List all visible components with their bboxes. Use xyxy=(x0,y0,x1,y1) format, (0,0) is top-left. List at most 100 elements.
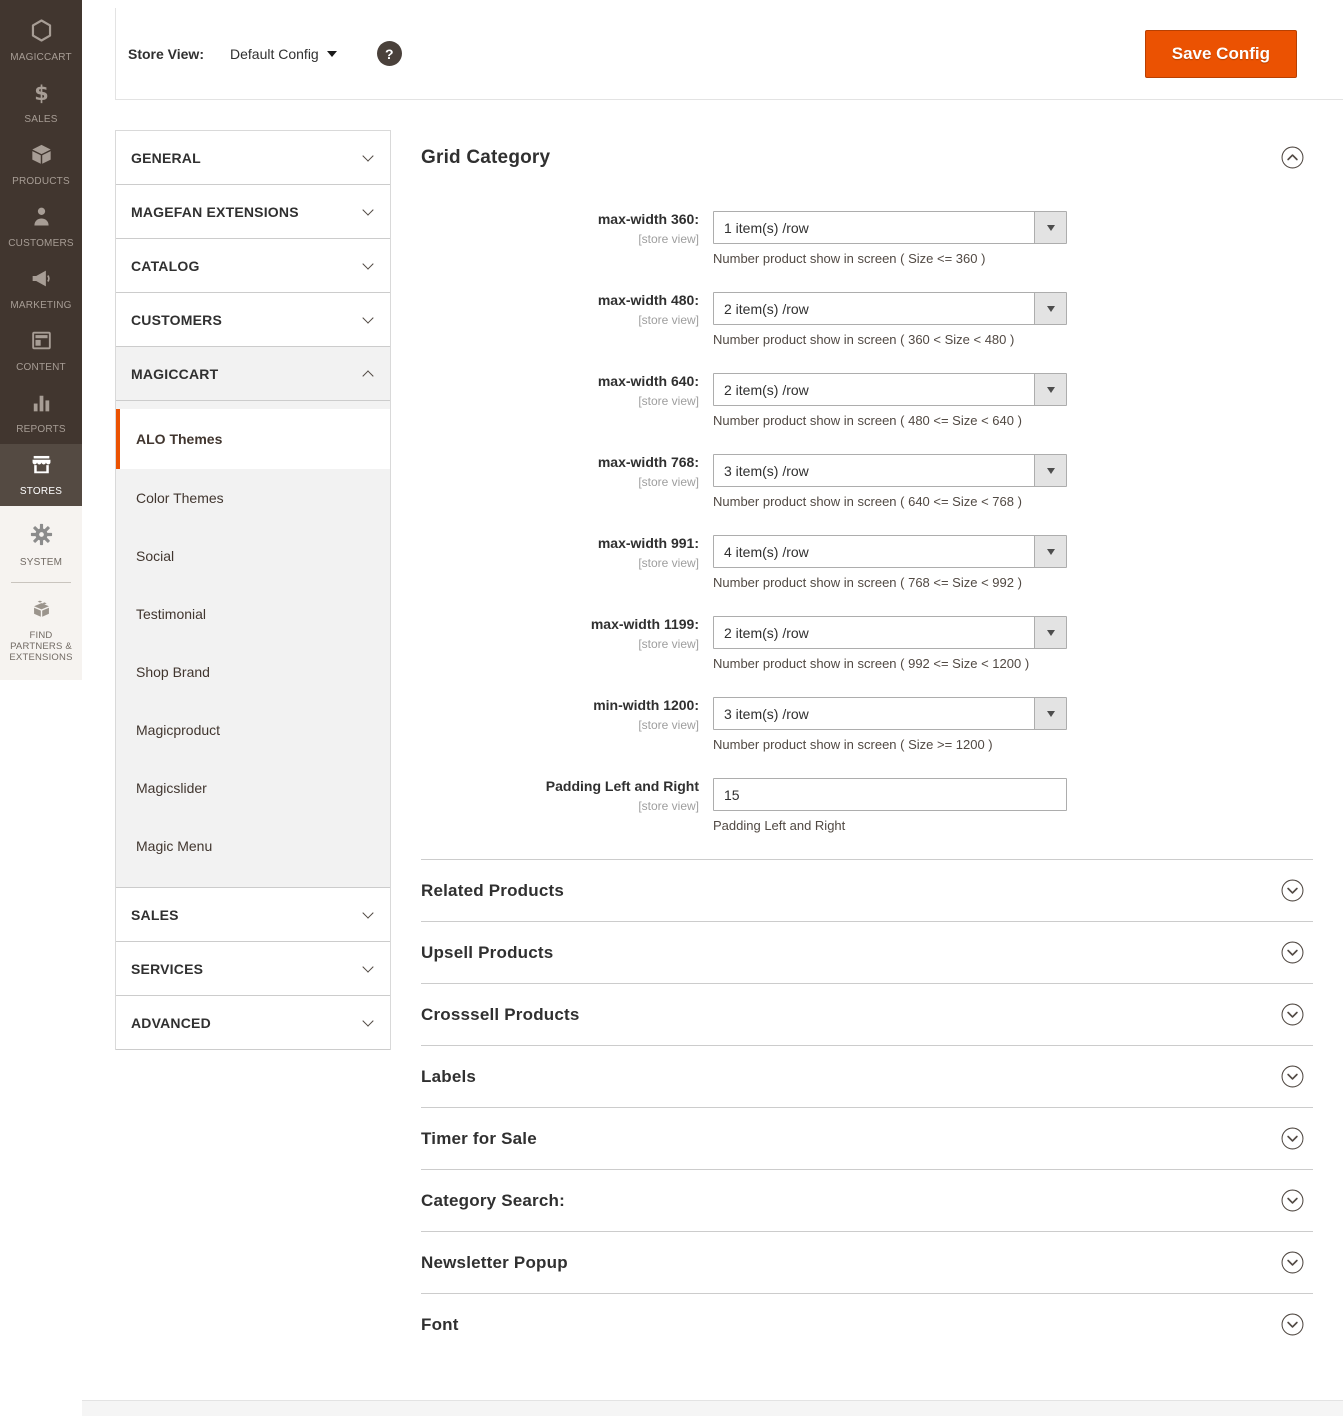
padding-input[interactable] xyxy=(713,778,1067,811)
magiccart-hexagon-icon xyxy=(29,18,54,48)
config-row-max-width-991: max-width 991: [store view] 4 item(s) /r… xyxy=(421,535,1313,590)
select-max-width-1199[interactable]: 2 item(s) /row xyxy=(713,616,1067,649)
sidebar-item-content[interactable]: CONTENT xyxy=(0,320,82,382)
store-view-dropdown[interactable]: Default Config xyxy=(230,46,337,62)
sidebar-item-reports[interactable]: REPORTS xyxy=(0,382,82,444)
select-max-width-640[interactable]: 2 item(s) /row xyxy=(713,373,1067,406)
nav-section-services[interactable]: SERVICES xyxy=(116,942,390,996)
config-nav: GENERAL MAGEFAN EXTENSIONS CATALOG CUSTO… xyxy=(115,130,391,1050)
select-value: 2 item(s) /row xyxy=(724,300,809,317)
field-note: Number product show in screen ( Size >= … xyxy=(713,737,993,752)
select-max-width-360[interactable]: 1 item(s) /row xyxy=(713,211,1067,244)
nav-section-magefan-extensions[interactable]: MAGEFAN EXTENSIONS xyxy=(116,185,390,239)
bar-chart-icon xyxy=(29,390,54,420)
extensions-brick-icon xyxy=(28,595,55,627)
select-max-width-991[interactable]: 4 item(s) /row xyxy=(713,535,1067,568)
admin-sidebar-main: MAGICCART $ SALES PRODUCTS CUSTOMERS MAR… xyxy=(0,0,82,506)
collapse-circle-up-icon xyxy=(1281,146,1304,169)
field-scope: [store view] xyxy=(638,474,699,489)
chevron-down-icon xyxy=(362,149,374,162)
field-scope: [store view] xyxy=(638,636,699,651)
field-scope: [store view] xyxy=(638,798,699,813)
select-value: 2 item(s) /row xyxy=(724,624,809,641)
chevron-up-icon xyxy=(362,369,374,382)
field-note: Number product show in screen ( 768 <= S… xyxy=(713,575,1022,590)
collapse-circle-down-icon xyxy=(1281,1127,1304,1150)
collapse-circle-down-icon xyxy=(1281,1065,1304,1088)
select-arrow-icon xyxy=(1034,698,1066,729)
sidebar-item-label: MARKETING xyxy=(10,300,72,312)
submenu-item-testimonial[interactable]: Testimonial xyxy=(116,585,390,643)
config-toolbar: Store View: Default Config ? Save Config xyxy=(115,8,1343,100)
submenu-item-social[interactable]: Social xyxy=(116,527,390,585)
nav-section-general[interactable]: GENERAL xyxy=(116,131,390,185)
section-timer-for-sale[interactable]: Timer for Sale xyxy=(421,1107,1313,1169)
svg-text:$: $ xyxy=(34,81,49,105)
nav-section-customers[interactable]: CUSTOMERS xyxy=(116,293,390,347)
submenu-item-magic-menu[interactable]: Magic Menu xyxy=(116,817,390,875)
submenu-item-shop-brand[interactable]: Shop Brand xyxy=(116,643,390,701)
sidebar-item-label: CONTENT xyxy=(16,362,66,374)
section-category-search[interactable]: Category Search: xyxy=(421,1169,1313,1231)
field-scope: [store view] xyxy=(638,312,699,327)
chevron-down-icon xyxy=(362,1014,374,1027)
section-font[interactable]: Font xyxy=(421,1293,1313,1355)
sidebar-item-label: FIND PARTNERS & EXTENSIONS xyxy=(9,630,73,663)
sidebar-item-system[interactable]: SYSTEM xyxy=(0,514,82,576)
select-max-width-480[interactable]: 2 item(s) /row xyxy=(713,292,1067,325)
field-scope: [store view] xyxy=(638,555,699,570)
admin-sidebar: MAGICCART $ SALES PRODUCTS CUSTOMERS MAR… xyxy=(0,0,82,680)
nav-section-catalog[interactable]: CATALOG xyxy=(116,239,390,293)
field-label: max-width 360: xyxy=(597,211,699,227)
config-row-min-width-1200: min-width 1200: [store view] 3 item(s) /… xyxy=(421,697,1313,752)
section-related-products[interactable]: Related Products xyxy=(421,859,1313,921)
field-label: max-width 1199: xyxy=(590,616,699,632)
save-config-button[interactable]: Save Config xyxy=(1144,29,1297,78)
sidebar-item-label: REPORTS xyxy=(16,424,66,436)
collapse-circle-down-icon xyxy=(1281,879,1304,902)
select-value: 3 item(s) /row xyxy=(724,462,809,479)
magiccart-submenu: ALO Themes Color Themes Social Testimoni… xyxy=(116,401,390,888)
sidebar-item-sales[interactable]: $ SALES xyxy=(0,72,82,134)
select-max-width-768[interactable]: 3 item(s) /row xyxy=(713,454,1067,487)
megaphone-icon xyxy=(29,266,54,296)
help-icon[interactable]: ? xyxy=(376,41,402,66)
section-labels[interactable]: Labels xyxy=(421,1045,1313,1107)
submenu-item-color-themes[interactable]: Color Themes xyxy=(116,469,390,527)
sidebar-item-stores[interactable]: STORES xyxy=(0,444,82,506)
field-note: Number product show in screen ( 640 <= S… xyxy=(713,494,1022,509)
section-crosssell-products[interactable]: Crosssell Products xyxy=(421,983,1313,1045)
select-min-width-1200[interactable]: 3 item(s) /row xyxy=(713,697,1067,730)
submenu-item-magicslider[interactable]: Magicslider xyxy=(116,759,390,817)
caret-down-icon xyxy=(326,50,337,57)
sidebar-item-find-partners[interactable]: FIND PARTNERS & EXTENSIONS xyxy=(0,589,82,666)
storefront-icon xyxy=(29,452,54,482)
sidebar-item-magiccart[interactable]: MAGICCART xyxy=(0,10,82,72)
sidebar-item-label: STORES xyxy=(19,486,63,498)
nav-section-sales[interactable]: SALES xyxy=(116,888,390,942)
section-upsell-products[interactable]: Upsell Products xyxy=(421,921,1313,983)
config-row-padding: Padding Left and Right [store view] Padd… xyxy=(421,778,1313,833)
collapse-circle-down-icon xyxy=(1281,1189,1304,1212)
sidebar-item-marketing[interactable]: MARKETING xyxy=(0,258,82,320)
nav-section-advanced[interactable]: ADVANCED xyxy=(116,996,390,1050)
field-label: max-width 768: xyxy=(597,454,699,470)
field-note: Padding Left and Right xyxy=(713,818,846,833)
sidebar-item-customers[interactable]: CUSTOMERS xyxy=(0,196,82,258)
field-label: Padding Left and Right xyxy=(545,778,699,794)
submenu-item-magicproduct[interactable]: Magicproduct xyxy=(116,701,390,759)
nav-section-magiccart[interactable]: MAGICCART xyxy=(116,347,390,401)
store-view-selected: Default Config xyxy=(230,45,319,62)
config-row-max-width-480: max-width 480: [store view] 2 item(s) /r… xyxy=(421,292,1313,347)
submenu-item-alo-themes[interactable]: ALO Themes xyxy=(116,409,390,469)
store-view-label: Store View: xyxy=(128,45,204,62)
collapse-circle-down-icon xyxy=(1281,1251,1304,1274)
section-newsletter-popup[interactable]: Newsletter Popup xyxy=(421,1231,1313,1293)
select-arrow-icon xyxy=(1034,293,1066,324)
grid-category-header[interactable]: Grid Category xyxy=(421,146,1313,169)
field-note: Number product show in screen ( 480 <= S… xyxy=(713,413,1022,428)
field-scope: [store view] xyxy=(638,717,699,732)
sidebar-item-products[interactable]: PRODUCTS xyxy=(0,134,82,196)
select-value: 3 item(s) /row xyxy=(724,705,809,722)
chevron-down-icon xyxy=(362,960,374,973)
